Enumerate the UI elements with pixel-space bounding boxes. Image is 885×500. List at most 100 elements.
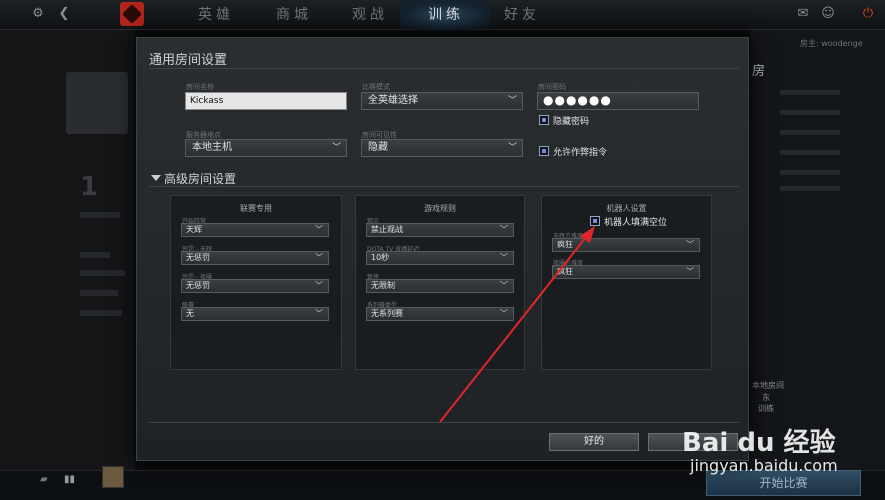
- ok-button[interactable]: 好的: [549, 433, 639, 451]
- chevron-down-icon: ﹀: [315, 225, 323, 234]
- chevron-down-icon: ﹀: [507, 143, 517, 153]
- radiant-penalty-value: 无惩罚: [186, 253, 210, 262]
- background-line: [80, 290, 118, 296]
- radiant-penalty-select[interactable]: 无惩罚 ﹀: [181, 251, 329, 265]
- tab-friends[interactable]: 好友: [504, 4, 540, 26]
- baidu-watermark: Bai du 经验 jingyan.baidu.com: [682, 418, 882, 498]
- bot-settings-panel: 机器人设置 机器人填满空位 天辉方难度 疯狂 ﹀ 夜魇方难度 疯狂 ﹀: [541, 195, 712, 370]
- password-input[interactable]: ●●●●●●: [537, 92, 699, 110]
- dire-difficulty-select[interactable]: 疯狂 ﹀: [552, 265, 700, 279]
- power-icon[interactable]: ⏻: [860, 6, 876, 22]
- tv-delay-value: 10秒: [371, 253, 390, 262]
- background-line: [780, 150, 840, 155]
- divider: [149, 422, 739, 423]
- background-line: [780, 110, 840, 115]
- pause-value: 无限制: [371, 281, 395, 290]
- allow-cheats-checkbox[interactable]: [539, 146, 549, 156]
- chevron-down-icon: ﹀: [507, 96, 517, 106]
- tab-heroes[interactable]: 英雄: [198, 4, 234, 26]
- game-rules-panel: 游戏规则 观众 禁止观战 ﹀ DOTA TV 直播延迟 10秒 ﹀ 暂停 无限制…: [355, 195, 525, 370]
- dire-difficulty-value: 疯狂: [557, 267, 573, 276]
- series-type-value: 无系列赛: [371, 309, 403, 318]
- divider: [149, 68, 739, 69]
- gear-icon[interactable]: ⚙: [30, 6, 46, 22]
- background-line: [780, 130, 840, 135]
- dire-penalty-select[interactable]: 无惩罚 ﹀: [181, 279, 329, 293]
- chevron-down-icon: ﹀: [500, 253, 508, 262]
- spectators-select[interactable]: 禁止观战 ﹀: [366, 223, 514, 237]
- right-panel-title: 房: [752, 64, 766, 79]
- top-nav-bar: ⚙ ❮ 英雄 商城 观战 训练 好友 ✉ ☺ ⏻: [0, 0, 885, 30]
- chevron-down-icon: ﹀: [315, 253, 323, 262]
- chevron-down-icon: ﹀: [315, 281, 323, 290]
- chevron-down-icon: ﹀: [686, 240, 694, 249]
- fill-with-bots-checkbox[interactable]: [590, 216, 600, 226]
- fill-with-bots-label: 机器人填满空位: [604, 218, 668, 228]
- start-side-value: 天辉: [186, 225, 202, 234]
- room-name-label: 房间名称: [186, 83, 214, 91]
- room-type-label: 本地房间: [752, 381, 784, 390]
- room-name-input[interactable]: Kickass: [185, 92, 347, 110]
- background-line: [80, 252, 110, 258]
- pause-select[interactable]: 无限制 ﹀: [366, 279, 514, 293]
- allow-cheats-label: 允许作弊指令: [553, 148, 608, 158]
- chat-icon[interactable]: ▰: [40, 474, 48, 485]
- advanced-settings-title[interactable]: 高级房间设置: [164, 170, 236, 187]
- tab-watch[interactable]: 观战: [352, 4, 388, 26]
- chevron-down-icon: ﹀: [686, 267, 694, 276]
- tab-learn[interactable]: 训练: [428, 4, 464, 26]
- background-big-number: 1: [80, 172, 99, 202]
- dota-logo-icon[interactable]: [120, 2, 144, 26]
- party-icon[interactable]: ▮▮: [64, 474, 75, 485]
- league-panel: 联赛专用 开始阵营 天辉 ﹀ 惩罚 - 天辉 无惩罚 ﹀ 惩罚 - 夜魇 无惩罚…: [170, 195, 342, 370]
- background-line: [80, 310, 122, 316]
- tab-store[interactable]: 商城: [276, 4, 312, 26]
- watermark-url: jingyan.baidu.com: [690, 456, 838, 475]
- spectators-value: 禁止观战: [371, 225, 403, 234]
- start-side-select[interactable]: 天辉 ﹀: [181, 223, 329, 237]
- divider: [149, 186, 739, 187]
- background-line: [80, 212, 120, 218]
- visibility-select[interactable]: 隐藏 ﹀: [361, 139, 523, 157]
- game-mode-select[interactable]: 全英雄选择 ﹀: [361, 92, 523, 110]
- lobby-settings-dialog: 通用房间设置 房间名称 Kickass 比赛模式 全英雄选择 ﹀ 房间密码 ●●…: [136, 37, 749, 461]
- league-value: 无: [186, 309, 194, 318]
- server-location-value: 本地主机: [192, 142, 232, 153]
- radiant-difficulty-select[interactable]: 疯狂 ﹀: [552, 238, 700, 252]
- room-mode-label: 训练: [758, 404, 774, 413]
- user-icon[interactable]: ☺: [820, 6, 836, 22]
- game-mode-value: 全英雄选择: [368, 95, 418, 106]
- hide-password-label: 隐藏密码: [553, 117, 590, 127]
- mail-icon[interactable]: ✉: [795, 6, 811, 22]
- room-host-label: 房主: woodenge: [800, 39, 863, 48]
- watermark-brand: Bai du 经验: [682, 428, 836, 458]
- game-mode-label: 比赛模式: [362, 83, 390, 91]
- background-line: [780, 186, 840, 191]
- radiant-difficulty-value: 疯狂: [557, 240, 573, 249]
- league-panel-title: 联赛专用: [240, 204, 272, 213]
- series-type-select[interactable]: 无系列赛 ﹀: [366, 307, 514, 321]
- background-line: [780, 90, 840, 95]
- hero-avatar[interactable]: [102, 466, 124, 488]
- general-settings-title: 通用房间设置: [149, 53, 228, 68]
- league-select[interactable]: 无 ﹀: [181, 307, 329, 321]
- bot-settings-panel-title: 机器人设置: [606, 204, 647, 213]
- game-rules-panel-title: 游戏规则: [424, 204, 456, 213]
- background-line: [780, 170, 840, 175]
- back-icon[interactable]: ❮: [56, 6, 72, 22]
- background-line: [80, 270, 125, 276]
- tv-delay-select[interactable]: 10秒 ﹀: [366, 251, 514, 265]
- collapse-triangle-icon[interactable]: [151, 175, 161, 181]
- chevron-down-icon: ﹀: [315, 309, 323, 318]
- chevron-down-icon: ﹀: [500, 281, 508, 290]
- server-location-select[interactable]: 本地主机 ﹀: [185, 139, 347, 157]
- chevron-down-icon: ﹀: [331, 143, 341, 153]
- room-region-label: 东: [762, 393, 770, 402]
- chevron-down-icon: ﹀: [500, 309, 508, 318]
- dire-penalty-value: 无惩罚: [186, 281, 210, 290]
- background-avatar: [66, 72, 128, 134]
- visibility-value: 隐藏: [368, 142, 388, 153]
- chevron-down-icon: ﹀: [500, 225, 508, 234]
- password-label: 房间密码: [538, 83, 566, 91]
- hide-password-checkbox[interactable]: [539, 115, 549, 125]
